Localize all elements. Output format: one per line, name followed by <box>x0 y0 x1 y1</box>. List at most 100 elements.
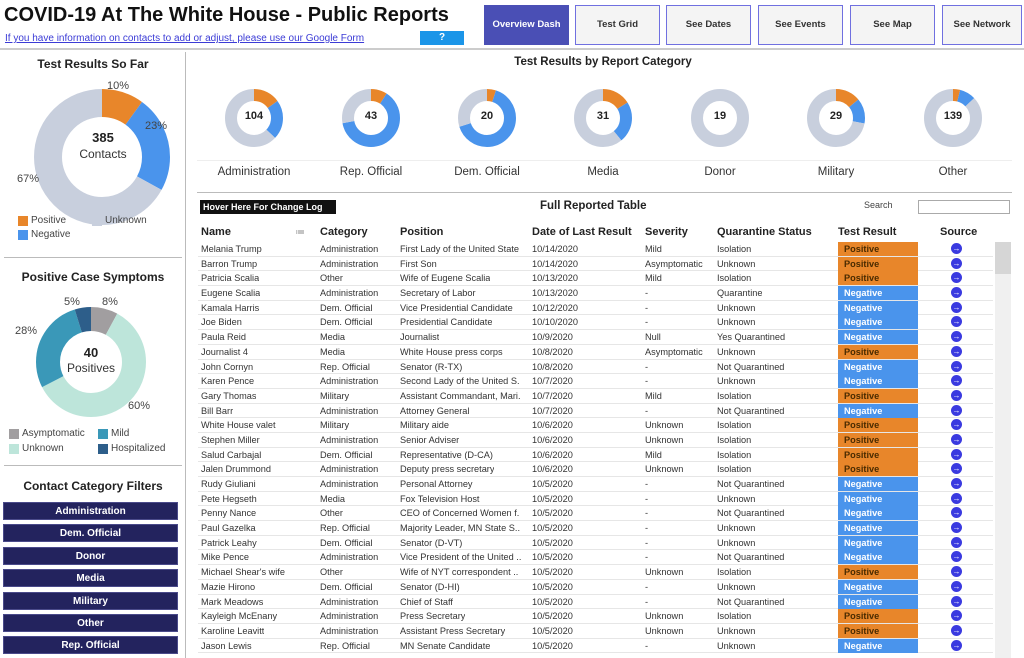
category-donut-other[interactable]: 139 <box>924 89 982 147</box>
cell-category: Administration <box>320 464 379 475</box>
sort-icon[interactable]: ≔ <box>295 227 305 238</box>
cell-category: Administration <box>320 434 379 445</box>
source-link-icon[interactable]: → <box>951 478 962 489</box>
cell-severity: Unknown <box>645 625 684 636</box>
nav-see-network[interactable]: See Network <box>942 5 1022 45</box>
source-link-icon[interactable]: → <box>951 463 962 475</box>
scrollbar-thumb[interactable] <box>995 242 1011 274</box>
col-test-result[interactable]: Test Result <box>838 226 896 238</box>
source-link-icon[interactable]: → <box>951 595 962 607</box>
col-date[interactable]: Date of Last Result <box>532 226 632 238</box>
filter-donor[interactable]: Donor <box>3 547 178 565</box>
source-link-icon[interactable]: → <box>951 272 962 284</box>
source-link-icon[interactable]: → <box>951 360 962 372</box>
source-link-icon[interactable]: → <box>951 316 962 328</box>
nav-see-map[interactable]: See Map <box>850 5 935 45</box>
table-row[interactable]: Karoline Leavitt Administration Assistant … <box>198 623 993 639</box>
table-row[interactable]: Jason Lewis Rep. Official MN Senate Candid… <box>198 638 993 654</box>
category-donut-rep-official[interactable]: 43 <box>342 89 400 147</box>
nav-see-events[interactable]: See Events <box>758 5 843 45</box>
table-row[interactable]: Jalen Drummond Administration Deputy press… <box>198 462 993 477</box>
col-source[interactable]: Source <box>940 226 977 238</box>
symptoms-title: Positive Case Symptoms <box>21 270 165 284</box>
nav-test-grid[interactable]: Test Grid <box>575 5 660 45</box>
filter-administration[interactable]: Administration <box>3 502 178 520</box>
table-row[interactable]: Michael Shear's wife Other Wife of NYT cor… <box>198 565 993 580</box>
table-row[interactable]: Penny Nance Other CEO of Concerned Women f… <box>198 506 993 522</box>
source-link-icon[interactable]: → <box>951 536 962 548</box>
col-quarantine[interactable]: Quarantine Status <box>717 226 812 238</box>
source-link-icon[interactable]: → <box>951 566 962 578</box>
filter-rep-official[interactable]: Rep. Official <box>3 636 178 654</box>
google-form-link[interactable]: If you have information on contacts to a… <box>5 33 364 44</box>
source-link-icon[interactable]: → <box>951 257 962 269</box>
table-row[interactable]: Patrick Leahy Dem. Official Senator (D-VT)… <box>198 535 993 551</box>
filter-media[interactable]: Media <box>3 569 178 587</box>
table-row[interactable]: Paul Gazelka Rep. Official Majority Leader… <box>198 521 993 536</box>
filter-dem-official[interactable]: Dem. Official <box>3 524 178 542</box>
table-row[interactable]: Joe Biden Dem. Official Presidential Candi… <box>198 315 993 331</box>
table-row[interactable]: Melania Trump Administration First Lady of… <box>198 242 993 257</box>
table-row[interactable]: John Cornyn Rep. Official Senator (R-TX) 10… <box>198 359 993 375</box>
source-link-icon[interactable]: → <box>951 404 962 416</box>
table-row[interactable]: Mazie Hirono Dem. Official Senator (D-HI) 1… <box>198 579 993 595</box>
nav-overview-dash[interactable]: Overview Dash <box>484 5 569 45</box>
table-row[interactable]: Mike Pence Administration Vice President o… <box>198 550 993 566</box>
table-row[interactable]: Kamala Harris Dem. Official Vice President… <box>198 300 993 316</box>
table-row[interactable]: Patricia Scalia Other Wife of Eugene Scali… <box>198 271 993 287</box>
source-link-icon[interactable]: → <box>951 580 962 592</box>
source-link-icon[interactable]: → <box>951 375 962 387</box>
cell-position: Senator (D-VT) <box>400 537 463 548</box>
source-link-icon[interactable]: → <box>951 301 962 313</box>
col-category[interactable]: Category <box>320 226 368 238</box>
table-row[interactable]: Barron Trump Administration First Son 10/14… <box>198 256 993 272</box>
source-link-icon[interactable]: → <box>951 419 962 431</box>
source-link-icon[interactable]: → <box>951 345 962 357</box>
change-log-button[interactable]: Hover Here For Change Log <box>200 200 336 214</box>
table-row[interactable]: Eugene Scalia Administration Secretary of … <box>198 286 993 301</box>
filter-military[interactable]: Military <box>3 592 178 610</box>
table-row[interactable]: White House valet Military Military aide 10… <box>198 418 993 433</box>
source-link-icon[interactable]: → <box>951 287 962 299</box>
table-row[interactable]: Paula Reid Media Journalist 10/9/2020 Null Ye… <box>198 330 993 345</box>
table-row[interactable]: Karen Pence Administration Second Lady of … <box>198 374 993 389</box>
category-donut-administration[interactable]: 104 <box>225 89 283 147</box>
cell-date: 10/7/2020 <box>532 376 573 387</box>
col-position[interactable]: Position <box>400 226 443 238</box>
nav-see-dates[interactable]: See Dates <box>666 5 751 45</box>
unknown-swatch <box>92 215 102 226</box>
filter-other[interactable]: Other <box>3 614 178 632</box>
scrollbar[interactable] <box>995 242 1011 658</box>
source-link-icon[interactable]: → <box>951 522 962 534</box>
table-row[interactable]: Mark Meadows Administration Chief of Staff… <box>198 594 993 610</box>
search-input[interactable] <box>918 200 1010 214</box>
help-button[interactable]: ? <box>420 31 464 45</box>
table-row[interactable]: Pete Hegseth Media Fox Television Host 10/5… <box>198 491 993 507</box>
category-donut-military[interactable]: 29 <box>807 89 865 147</box>
cell-date: 10/7/2020 <box>532 390 573 401</box>
table-row[interactable]: Rudy Giuliani Administration Personal Atto… <box>198 477 993 492</box>
source-link-icon[interactable]: → <box>951 551 962 563</box>
source-link-icon[interactable]: → <box>951 331 962 343</box>
table-row[interactable]: Salud Carbajal Dem. Official Representativ… <box>198 447 993 463</box>
col-severity[interactable]: Severity <box>645 226 688 238</box>
table-row[interactable]: Bill Barr Administration Attorney General 1… <box>198 403 993 419</box>
source-link-icon[interactable]: → <box>951 433 962 445</box>
source-link-icon[interactable]: → <box>951 639 962 651</box>
table-row[interactable]: Gary Thomas Military Assistant Commandant,… <box>198 388 993 404</box>
source-link-icon[interactable]: → <box>951 624 962 636</box>
source-link-icon[interactable]: → <box>951 492 962 504</box>
table-row[interactable]: Stephen Miller Administration Senior Advis… <box>198 432 993 448</box>
source-link-icon[interactable]: → <box>951 448 962 460</box>
col-name[interactable]: Name <box>201 226 231 238</box>
category-donut-dem-official[interactable]: 20 <box>458 89 516 147</box>
table-row[interactable]: Journalist 4 Media White House press corps… <box>198 344 993 360</box>
source-link-icon[interactable]: → <box>951 389 962 401</box>
source-link-icon[interactable]: → <box>951 243 962 254</box>
category-donut-donor[interactable]: 19 <box>691 89 749 147</box>
source-link-icon[interactable]: → <box>951 610 962 622</box>
table-row[interactable]: Kayleigh McEnany Administration Press Secr… <box>198 609 993 624</box>
legend-hospitalized: Hospitalized <box>98 443 165 454</box>
source-link-icon[interactable]: → <box>951 507 962 519</box>
category-donut-media[interactable]: 31 <box>574 89 632 147</box>
